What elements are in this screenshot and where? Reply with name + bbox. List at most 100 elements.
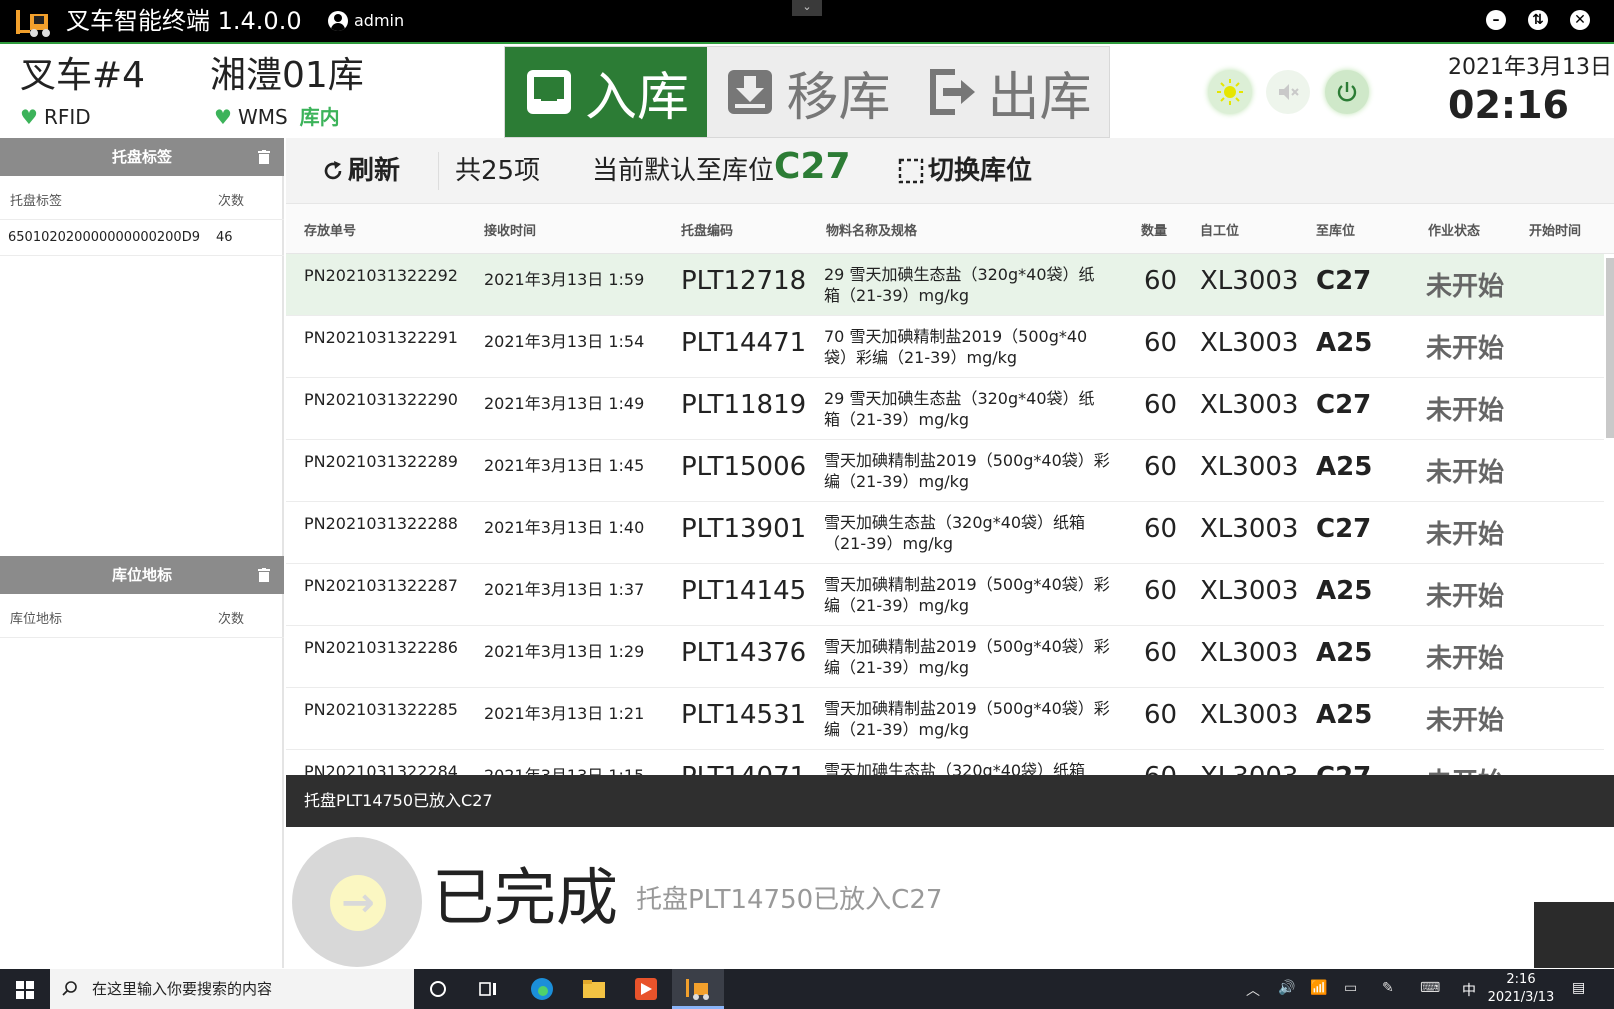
refresh-button[interactable]: 刷新 [322,152,400,190]
completion-message: 托盘PLT14750已放入C27 [636,885,943,915]
wms-status: ♥ WMS 库内 [214,104,340,130]
close-button[interactable]: ✕ [1570,10,1590,30]
order-number: PN2021031322285 [304,700,458,719]
power-icon [1337,82,1357,102]
order-number: PN2021031322286 [304,638,458,657]
quantity: 60 [1144,452,1178,482]
material-name: 29 雪天加碘生态盐（320g*40袋）纸箱（21-39）mg/kg [824,389,1095,429]
mode-transfer-button[interactable]: 移库 [707,47,908,137]
clock-date: 2021/3/13 [1487,990,1555,1005]
task-status: 未开始 [1426,582,1505,612]
file-explorer-icon[interactable] [580,975,608,1003]
order-number: PN2021031322287 [304,576,458,595]
user-menu[interactable]: admin [328,10,404,32]
network-icon[interactable]: 📶 [1310,980,1327,996]
table-row[interactable]: PN2021031322292 2021年3月13日 1:59 PLT12718… [286,254,1604,316]
task-status: 未开始 [1426,334,1505,364]
mode-label: 移库 [786,67,891,128]
search-placeholder: 在这里输入你要搜索的内容 [92,980,273,998]
table-row[interactable]: PN2021031322287 2021年3月13日 1:37 PLT14145… [286,564,1604,626]
taskbar-clock[interactable]: 2:16 2021/3/13 [1486,971,1556,1007]
collapse-handle[interactable]: ⌄ [792,0,822,16]
target-location: A25 [1316,452,1373,482]
table-row[interactable]: PN2021031322288 2021年3月13日 1:40 PLT13901… [286,502,1604,564]
table-row[interactable]: PN2021031322284 2021年3月13日 1:15 PLT14071… [286,750,1604,778]
trash-icon[interactable] [258,568,270,582]
pallet-code: PLT14531 [681,700,807,730]
column-header: 开始时间 [1529,224,1582,239]
column-header: 次数 [218,194,245,209]
received-time: 2021年3月13日 1:54 [484,332,645,351]
table-row[interactable]: PN2021031322289 2021年3月13日 1:45 PLT15006… [286,440,1604,502]
column-header: 托盘标签 [10,194,63,209]
office-app-icon[interactable] [632,975,660,1003]
ime-indicator[interactable]: 中 [1462,980,1476,1000]
mode-inbound-button[interactable]: 入库 [505,47,707,137]
received-time: 2021年3月13日 1:21 [484,704,645,723]
trash-icon[interactable] [258,150,270,164]
pallet-code: PLT14376 [681,638,807,668]
table-row[interactable]: PN2021031322285 2021年3月13日 1:21 PLT14531… [286,688,1604,750]
received-time: 2021年3月13日 1:29 [484,642,645,661]
download-box-icon [728,70,773,114]
task-panel: 刷新 共25项 当前默认至库位 C27 切换库位 存放单号 接收时间 托盘编码 … [286,138,1614,778]
message-bar: 托盘PLT14750已放入C27 [286,775,1614,827]
user-icon [328,11,348,31]
table-row[interactable]: PN2021031322290 2021年3月13日 1:49 PLT11819… [286,378,1604,440]
pallet-code: PLT13901 [681,514,807,544]
order-number: PN2021031322290 [304,390,458,409]
power-button[interactable] [1325,70,1369,114]
mode-label: 出库 [987,67,1092,128]
target-location: C27 [1316,266,1372,296]
switch-location-button[interactable]: 切换库位 [898,152,1032,190]
mode-switcher: 入库 移库 出库 [504,46,1110,138]
table-row[interactable]: PN2021031322286 2021年3月13日 1:29 PLT14376… [286,626,1604,688]
floating-widget[interactable] [1534,902,1614,968]
volume-icon[interactable]: 🔊 [1278,980,1295,996]
source-station: XL3003 [1200,700,1299,730]
confirm-button[interactable]: → [292,837,422,967]
mode-outbound-button[interactable]: 出库 [908,47,1109,137]
tray-expand-icon[interactable]: ︿ [1246,980,1260,1000]
material-name: 70 雪天加碘精制盐2019（500g*40袋）彩编（21-39）mg/kg [824,327,1088,367]
quantity: 60 [1144,576,1178,606]
target-location: A25 [1316,700,1373,730]
panel-title: 库位地标 [111,566,172,584]
material-name: 雪天加碘精制盐2019（500g*40袋）彩编（21-39）mg/kg [824,575,1110,615]
cortana-icon[interactable] [424,975,452,1003]
pallet-code: PLT12718 [681,266,807,296]
forklift-app-taskbar-item[interactable] [672,969,724,1009]
refresh-icon [324,161,342,180]
target-location: C27 [1316,514,1372,544]
left-sidebar: 托盘标签 托盘标签 次数 650102020000000000200D9 46 … [0,138,284,968]
switch-location-label: 切换库位 [928,156,1033,186]
battery-icon[interactable]: ▭ [1344,980,1357,996]
mute-toggle-button[interactable] [1266,70,1310,114]
list-item[interactable]: 650102020000000000200D9 46 [0,220,284,256]
pen-icon[interactable]: ✎ [1382,980,1394,996]
task-view-icon[interactable] [474,975,502,1003]
scrollbar-thumb[interactable] [1606,258,1614,438]
edge-browser-icon[interactable] [528,975,556,1003]
windows-taskbar: 在这里输入你要搜索的内容 ︿ 🔊 📶 ▭ ✎ ⌨ 中 2:16 2021/3/1… [0,969,1614,1009]
inbox-icon [526,70,571,114]
toolbar: 刷新 共25项 当前默认至库位 C27 切换库位 [286,138,1614,204]
keyboard-icon[interactable]: ⌨ [1420,980,1440,996]
current-time: 02:16 [1448,83,1569,127]
warehouse-name: 湘澧01库 [210,55,364,96]
source-station: XL3003 [1200,576,1299,606]
sun-icon [1217,79,1243,105]
notification-icon[interactable]: ▤ [1572,980,1585,996]
taskbar-search-input[interactable]: 在这里输入你要搜索的内容 [50,969,414,1009]
light-toggle-button[interactable] [1208,70,1252,114]
received-time: 2021年3月13日 1:40 [484,518,645,537]
table-scrollbar[interactable] [1604,254,1614,778]
task-status: 未开始 [1426,458,1505,488]
restore-button[interactable]: ⇅ [1528,10,1548,30]
minimize-button[interactable]: – [1486,10,1506,30]
table-row[interactable]: PN2021031322291 2021年3月13日 1:54 PLT14471… [286,316,1604,378]
column-header: 物料名称及规格 [826,224,918,239]
rfid-label: RFID [43,105,91,129]
windows-start-icon[interactable] [16,981,34,999]
app-window: 叉车智能终端 1.4.0.0 admin ⌄ – ⇅ ✕ 叉车#4 ♥ RFID… [0,0,1614,1009]
